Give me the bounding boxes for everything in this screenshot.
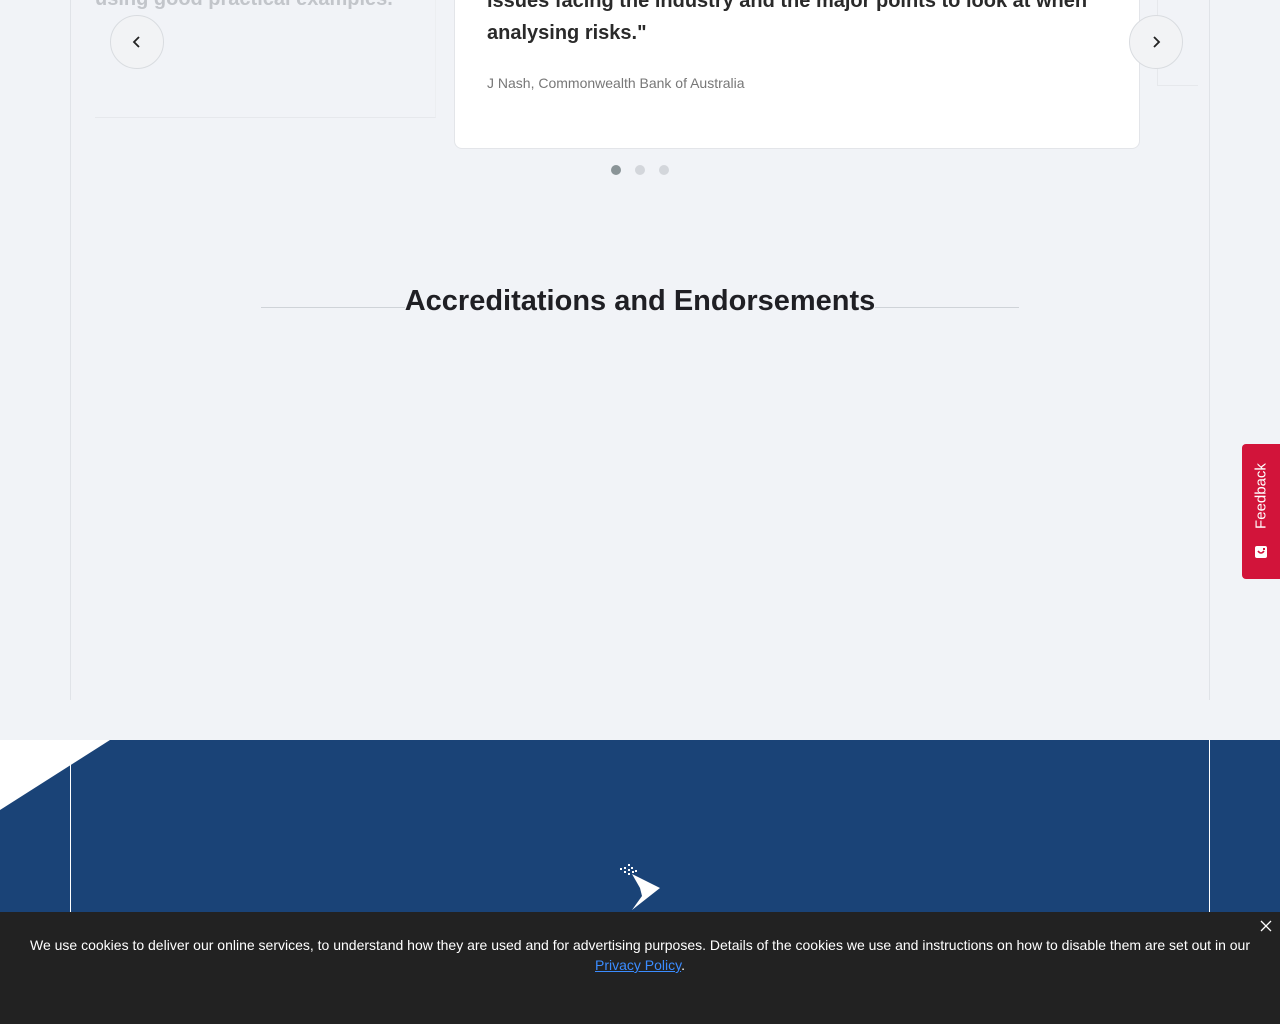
feedback-icon bbox=[1255, 546, 1267, 558]
carousel-pagination bbox=[611, 165, 669, 175]
feedback-label: Feedback bbox=[1252, 463, 1270, 529]
cookie-message-suffix: . bbox=[681, 957, 685, 973]
cookie-message-text: We use cookies to deliver our online ser… bbox=[30, 937, 1250, 953]
heading-rule-right bbox=[875, 307, 1019, 308]
testimonial-card: issues facing the industry and the major… bbox=[454, 0, 1140, 149]
feedback-tab[interactable]: Feedback bbox=[1242, 444, 1280, 579]
carousel-dot[interactable] bbox=[635, 165, 645, 175]
frame-line-left bbox=[70, 0, 71, 700]
carousel-dot[interactable] bbox=[659, 165, 669, 175]
carousel-dot[interactable] bbox=[611, 165, 621, 175]
testimonial-author: J Nash, Commonwealth Bank of Australia bbox=[487, 75, 745, 91]
cookie-banner: We use cookies to deliver our online ser… bbox=[0, 912, 1280, 1024]
privacy-policy-link[interactable]: Privacy Policy bbox=[595, 957, 681, 973]
carousel-next-button[interactable] bbox=[1129, 15, 1183, 69]
testimonial-quote-line: analysing risks." bbox=[487, 22, 647, 44]
footer-corner-decoration bbox=[0, 740, 110, 810]
testimonial-previous-quote: using good practical examples." bbox=[95, 0, 435, 13]
testimonial-quote: issues facing the industry and the major… bbox=[487, 0, 1107, 49]
carousel-prev-button[interactable] bbox=[110, 15, 164, 69]
close-icon[interactable] bbox=[1259, 919, 1273, 933]
frame-line-right bbox=[1209, 0, 1210, 700]
brand-logo-icon[interactable] bbox=[618, 862, 662, 912]
cookie-message: We use cookies to deliver our online ser… bbox=[30, 935, 1250, 975]
chevron-left-icon bbox=[132, 36, 140, 48]
chevron-right-icon bbox=[1153, 36, 1161, 48]
testimonial-quote-line: issues facing the industry and the major… bbox=[487, 0, 1088, 12]
section-title: Accreditations and Endorsements bbox=[404, 285, 876, 317]
